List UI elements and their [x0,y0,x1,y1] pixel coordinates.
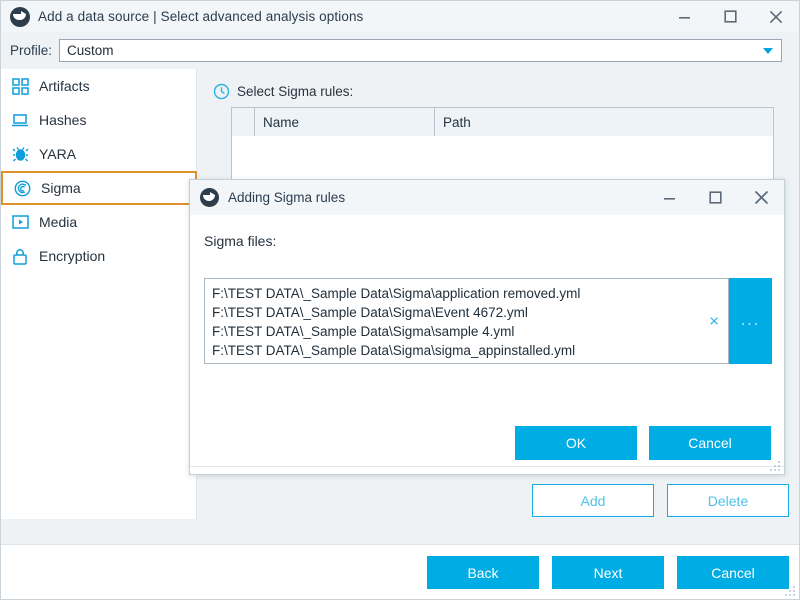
table-header-path: Path [435,108,773,136]
table-header-checkbox [232,108,255,136]
sigma-files-label: Sigma files: [204,233,784,249]
fingerprint-icon [12,178,32,198]
wizard-navigation: Back Next Cancel [427,556,789,589]
chevron-down-icon[interactable] [763,48,773,54]
sidebar-item-label: Encryption [39,248,105,264]
table-header-name: Name [255,108,435,136]
dialog-titlebar: Adding Sigma rules [190,180,784,215]
dialog-buttons: OK Cancel [515,426,771,460]
profile-select[interactable]: Custom [59,39,782,62]
table-action-buttons: Add Delete [532,484,789,517]
sidebar-item-hashes[interactable]: Hashes [1,103,196,137]
bottom-bar: Back Next Cancel [1,544,799,599]
close-icon[interactable] [753,1,799,32]
dialog-cancel-button[interactable]: Cancel [649,426,771,460]
grid-squares-icon [10,76,30,96]
profile-bar: Profile: Custom [1,32,799,69]
app-logo-icon [200,188,219,207]
maximize-icon[interactable] [692,182,738,213]
sidebar-item-sigma[interactable]: Sigma [1,171,197,205]
profile-label: Profile: [10,43,52,58]
clear-icon[interactable]: × [709,313,719,330]
sigma-files-list[interactable]: F:\TEST DATA\_Sample Data\Sigma\applicat… [204,278,729,364]
app-logo-icon [10,7,30,27]
sidebar-item-label: YARA [39,146,76,162]
back-button[interactable]: Back [427,556,539,589]
close-icon[interactable] [738,182,784,213]
browse-button[interactable]: ... [729,278,772,364]
sidebar: Artifacts Hashes YARA [1,69,197,519]
section-header: Select Sigma rules: [213,83,799,100]
sidebar-item-label: Media [39,214,77,230]
dialog-footer: OK Cancel [190,413,784,474]
sidebar-item-artifacts[interactable]: Artifacts [1,69,196,103]
clock-icon [213,83,230,100]
sidebar-item-label: Sigma [41,180,81,196]
table-header-row: Name Path [232,108,773,136]
list-item[interactable]: F:\TEST DATA\_Sample Data\Sigma\applicat… [212,284,728,303]
dialog-body: Sigma files: F:\TEST DATA\_Sample Data\S… [190,233,784,431]
add-button[interactable]: Add [532,484,654,517]
dialog-window-controls [646,180,784,215]
dialog-title: Adding Sigma rules [228,190,345,205]
profile-selected-value: Custom [67,43,114,58]
resize-grip[interactable] [784,585,795,596]
sidebar-item-label: Hashes [39,112,86,128]
ok-button[interactable]: OK [515,426,637,460]
lock-icon [10,246,30,266]
window-title: Add a data source | Select advanced anal… [38,9,363,24]
minimize-icon[interactable] [646,182,692,213]
bug-icon [10,144,30,164]
sidebar-item-encryption[interactable]: Encryption [1,239,196,273]
delete-button[interactable]: Delete [667,484,789,517]
media-player-icon [10,212,30,232]
list-item[interactable]: F:\TEST DATA\_Sample Data\Sigma\sample 4… [212,322,728,341]
window-titlebar: Add a data source | Select advanced anal… [1,1,799,32]
sidebar-item-media[interactable]: Media [1,205,196,239]
minimize-icon[interactable] [661,1,707,32]
cancel-button[interactable]: Cancel [677,556,789,589]
sidebar-item-label: Artifacts [39,78,90,94]
window-controls [661,1,799,32]
adding-sigma-rules-dialog: Adding Sigma rules Sigma files: F:\TEST … [189,179,785,475]
sigma-files-field: F:\TEST DATA\_Sample Data\Sigma\applicat… [204,278,772,364]
main-window: Add a data source | Select advanced anal… [0,0,800,600]
next-button[interactable]: Next [552,556,664,589]
list-item[interactable]: F:\TEST DATA\_Sample Data\Sigma\sigma_ap… [212,341,728,360]
laptop-icon [10,110,30,130]
list-item[interactable]: F:\TEST DATA\_Sample Data\Sigma\Event 46… [212,303,728,322]
maximize-icon[interactable] [707,1,753,32]
dialog-resize-grip[interactable] [769,460,780,471]
section-title: Select Sigma rules: [237,84,353,99]
sidebar-item-yara[interactable]: YARA [1,137,196,171]
